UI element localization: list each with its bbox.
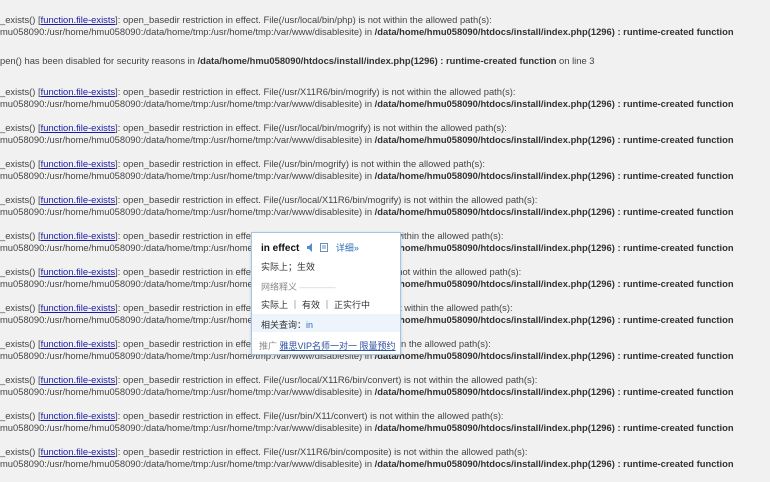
entry-line: mu058090:/usr/home/hmu058090:/data/home/… [0,26,734,37]
entry-line: _exists() [function.file-exists]: open_b… [0,122,507,133]
script-path: /data/home/hmu058090/htdocs/install/inde… [197,55,557,66]
function-file-exists-link[interactable]: function.file-exists [41,338,116,349]
script-path: /data/home/hmu058090/htdocs/install/inde… [374,26,734,37]
script-path: /data/home/hmu058090/htdocs/install/inde… [374,386,734,397]
open-basedir-warning: _exists() [function.file-exists]: open_b… [0,446,770,482]
function-file-exists-link[interactable]: function.file-exists [41,14,116,25]
basic-definition: 实际上；生效 [261,262,316,272]
open-basedir-warning: _exists() [function.file-exists]: open_b… [0,194,770,230]
entry-line: _exists() [function.file-exists]: open_b… [0,410,504,421]
function-file-exists-link[interactable]: function.file-exists [41,86,116,97]
function-file-exists-link[interactable]: function.file-exists [41,194,116,205]
entry-line: mu058090:/usr/home/hmu058090:/data/home/… [0,458,734,469]
function-file-exists-link[interactable]: function.file-exists [41,230,116,241]
entry-line: mu058090:/usr/home/hmu058090:/data/home/… [0,98,734,109]
function-file-exists-link[interactable]: function.file-exists [41,266,116,277]
entry-line: mu058090:/usr/home/hmu058090:/data/home/… [0,206,734,217]
script-path: /data/home/hmu058090/htdocs/install/inde… [374,170,734,181]
entry-line: mu058090:/usr/home/hmu058090:/data/home/… [0,422,734,433]
function-file-exists-link[interactable]: function.file-exists [41,302,116,313]
entry-line: pen() has been disabled for security rea… [0,55,595,66]
open-basedir-warning: _exists() [function.file-exists]: open_b… [0,14,770,50]
script-path: /data/home/hmu058090/htdocs/install/inde… [374,422,734,433]
related-word-link[interactable]: in [306,320,313,330]
open-basedir-warning: _exists() [function.file-exists]: open_b… [0,410,770,446]
script-path: /data/home/hmu058090/htdocs/install/inde… [374,206,734,217]
web-definition: 实际上 ｜ 有效 ｜ 正实行中 [261,300,371,310]
entry-line: _exists() [function.file-exists]: open_b… [0,374,538,385]
entry-line: mu058090:/usr/home/hmu058090:/data/home/… [0,386,734,397]
function-file-exists-link[interactable]: function.file-exists [41,410,116,421]
script-path: /data/home/hmu058090/htdocs/install/inde… [374,350,734,361]
promotion: 推广 雅思VIP名师一对一 限量预约 [259,341,396,351]
function-file-exists-link[interactable]: function.file-exists [41,446,116,457]
popup-word: in effect [261,243,300,254]
popen-disabled-entry: pen() has been disabled for security rea… [0,50,770,86]
speaker-icon[interactable] [306,243,315,252]
entry-line: _exists() [function.file-exists]: open_b… [0,86,516,97]
script-path: /data/home/hmu058090/htdocs/install/inde… [374,314,734,325]
script-path: /data/home/hmu058090/htdocs/install/inde… [374,98,734,109]
function-file-exists-link[interactable]: function.file-exists [41,122,116,133]
entry-line: _exists() [function.file-exists]: open_b… [0,194,538,205]
dictionary-popup: in effect 详细» 实际上；生效 网络释义 ———— 实际上 ｜ 有效 … [251,232,401,355]
popup-header: in effect 详细» [261,241,359,254]
entry-line: _exists() [function.file-exists]: open_b… [0,446,528,457]
entry-line: mu058090:/usr/home/hmu058090:/data/home/… [0,170,734,181]
web-definition-title: 网络释义 ———— [261,282,336,292]
script-path: /data/home/hmu058090/htdocs/install/inde… [374,242,734,253]
more-link[interactable]: 详细» [336,243,359,253]
entry-line: _exists() [function.file-exists]: open_b… [0,14,492,25]
open-basedir-warning: _exists() [function.file-exists]: open_b… [0,374,770,410]
entry-line: _exists() [function.file-exists]: open_b… [0,338,491,349]
open-basedir-warning: _exists() [function.file-exists]: open_b… [0,122,770,158]
open-basedir-warning: _exists() [function.file-exists]: open_b… [0,86,770,122]
script-path: /data/home/hmu058090/htdocs/install/inde… [374,458,734,469]
related-query: 相关查询：in [261,320,314,330]
promotion-link[interactable]: 雅思VIP名师一对一 限量预约 [280,341,396,351]
function-file-exists-link[interactable]: function.file-exists [41,158,116,169]
function-file-exists-link[interactable]: function.file-exists [41,374,116,385]
notebook-icon[interactable] [320,243,329,252]
entry-line: mu058090:/usr/home/hmu058090:/data/home/… [0,134,734,145]
open-basedir-warning: _exists() [function.file-exists]: open_b… [0,158,770,194]
script-path: /data/home/hmu058090/htdocs/install/inde… [374,278,734,289]
entry-line: _exists() [function.file-exists]: open_b… [0,158,485,169]
script-path: /data/home/hmu058090/htdocs/install/inde… [374,134,734,145]
